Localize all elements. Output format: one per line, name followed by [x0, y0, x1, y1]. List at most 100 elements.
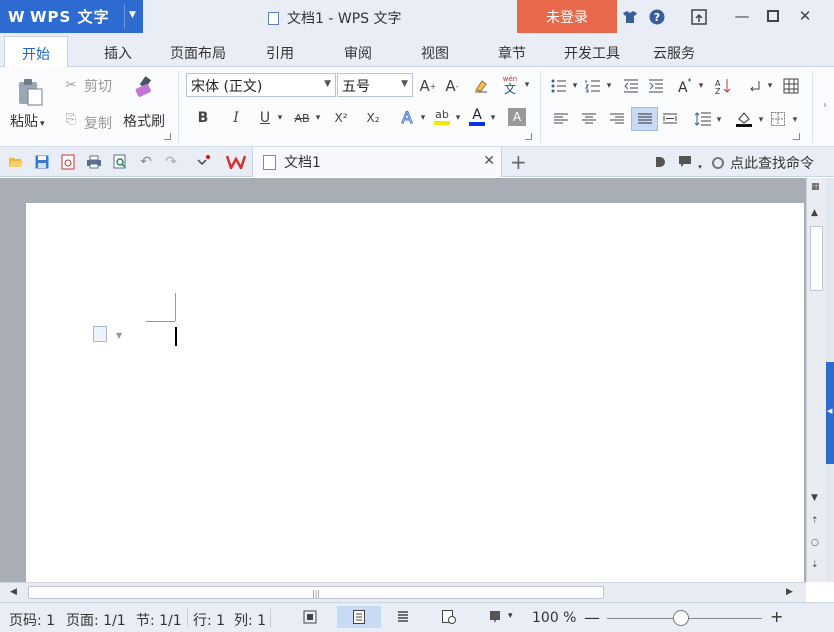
tab-references[interactable]: 引用: [266, 43, 294, 63]
paragraph-launcher-icon[interactable]: [793, 133, 800, 140]
chevron-down-icon[interactable]: ▾: [790, 114, 800, 126]
outline-view-icon[interactable]: [390, 606, 416, 628]
tab-view[interactable]: 视图: [421, 43, 449, 63]
font-color-button[interactable]: A: [467, 106, 487, 128]
chevron-down-icon[interactable]: ▾: [275, 112, 285, 124]
align-left-icon[interactable]: [553, 111, 569, 127]
export-pdf-icon[interactable]: [60, 154, 76, 170]
clipboard-launcher-icon[interactable]: [164, 133, 171, 140]
text-effects-button[interactable]: A: [398, 107, 416, 127]
horizontal-scrollbar[interactable]: ◀ ||| ▶: [0, 582, 806, 602]
scroll-up-icon[interactable]: ▲: [811, 208, 818, 218]
upload-icon[interactable]: [690, 8, 708, 26]
reading-mode-icon[interactable]: [482, 606, 508, 628]
chevron-down-icon[interactable]: ▾: [570, 80, 580, 92]
align-center-icon[interactable]: [581, 111, 597, 127]
previous-page-icon[interactable]: ⇡: [811, 516, 819, 526]
chevron-down-icon[interactable]: ▾: [488, 112, 498, 124]
open-folder-icon[interactable]: [8, 154, 24, 170]
tab-developer[interactable]: 开发工具: [564, 43, 620, 63]
minimize-icon[interactable]: —: [727, 5, 757, 27]
tab-insert[interactable]: 插入: [104, 43, 132, 63]
chevron-down-icon[interactable]: ▼: [129, 10, 136, 20]
chevron-down-icon[interactable]: ▾: [692, 159, 708, 175]
status-page-code[interactable]: 页码: 1: [9, 610, 55, 630]
document-page[interactable]: ▼: [26, 203, 804, 582]
chevron-down-icon[interactable]: ▾: [418, 112, 428, 124]
search-command-box[interactable]: 点此查找命令: [712, 153, 814, 173]
italic-button[interactable]: I: [228, 108, 244, 128]
align-justify-icon[interactable]: [631, 107, 658, 131]
paste-options-icon[interactable]: [93, 326, 107, 342]
chevron-down-icon[interactable]: ▾: [696, 80, 706, 92]
sort-icon[interactable]: AZ: [714, 77, 732, 95]
horizontal-scroll-thumb[interactable]: |||: [28, 586, 604, 599]
scroll-down-icon[interactable]: ▼: [811, 493, 818, 503]
app-menu-button[interactable]: W WPS 文字 ▼: [0, 0, 143, 33]
save-icon[interactable]: [34, 154, 50, 170]
ribbon-scroll-right-icon[interactable]: ›: [820, 97, 830, 113]
d-shape-icon[interactable]: [652, 154, 668, 170]
tab-page-layout[interactable]: 页面布局: [170, 43, 226, 63]
increase-indent-icon[interactable]: [647, 77, 665, 95]
customize-toolbar-icon[interactable]: [196, 154, 212, 170]
line-spacing-icon[interactable]: [695, 111, 711, 127]
bold-button[interactable]: B: [194, 108, 212, 128]
zoom-in-icon[interactable]: +: [770, 607, 783, 626]
paragraph-shading-icon[interactable]: [734, 109, 754, 129]
strikethrough-button[interactable]: AB: [291, 108, 313, 128]
font-name-select[interactable]: 宋体 (正文) ▼: [186, 73, 336, 97]
page-view-icon[interactable]: [337, 606, 381, 628]
chevron-down-icon[interactable]: ▾: [453, 112, 463, 124]
table-grid-icon[interactable]: [782, 77, 800, 95]
zoom-percent[interactable]: 100 %: [532, 610, 576, 626]
character-shading-button[interactable]: A: [508, 108, 526, 126]
paste-button[interactable]: 粘贴 ▾: [10, 111, 45, 131]
chevron-down-icon[interactable]: ▾: [714, 114, 724, 126]
format-painter-button[interactable]: 格式刷: [123, 111, 165, 131]
split-view-icon[interactable]: ▦: [811, 182, 820, 192]
font-launcher-icon[interactable]: [525, 133, 532, 140]
scroll-left-icon[interactable]: ◀: [10, 587, 17, 597]
help-icon[interactable]: ?: [648, 8, 666, 26]
cut-button[interactable]: 剪切: [84, 76, 112, 96]
skin-shirt-icon[interactable]: [621, 8, 639, 26]
status-column[interactable]: 列: 1: [234, 610, 266, 630]
side-panel-toggle[interactable]: ◀: [826, 362, 834, 464]
vertical-scrollbar[interactable]: ▦ ▲ ▼ ⇡ ○ ⇣: [806, 178, 826, 582]
chevron-down-icon[interactable]: ▼: [116, 331, 122, 340]
undo-icon[interactable]: ↶: [138, 154, 154, 170]
font-size-select[interactable]: 五号 ▼: [337, 73, 413, 97]
bullet-list-icon[interactable]: [550, 77, 568, 95]
zoom-out-icon[interactable]: —: [584, 608, 600, 627]
highlight-button[interactable]: ab: [432, 107, 452, 127]
decrease-indent-icon[interactable]: [622, 77, 640, 95]
scroll-right-icon[interactable]: ▶: [786, 587, 793, 597]
redo-icon[interactable]: ↷: [163, 154, 179, 170]
shrink-font-icon[interactable]: A-: [443, 76, 461, 96]
chevron-down-icon[interactable]: ▾: [313, 112, 323, 124]
grow-font-icon[interactable]: A +: [419, 76, 437, 96]
superscript-button[interactable]: X²: [330, 108, 352, 128]
pinyin-icon[interactable]: wén 文: [500, 73, 520, 97]
next-page-icon[interactable]: ⇣: [811, 560, 819, 570]
print-preview-icon[interactable]: [112, 154, 128, 170]
browse-object-icon[interactable]: ○: [811, 538, 819, 548]
paste-icon[interactable]: [14, 75, 46, 109]
chevron-down-icon[interactable]: ▾: [522, 79, 532, 91]
status-section[interactable]: 节: 1/1: [136, 610, 182, 630]
new-tab-icon[interactable]: +: [510, 150, 527, 174]
tab-cloud[interactable]: 云服务: [653, 43, 695, 63]
change-case-icon[interactable]: A: [676, 77, 694, 95]
copy-button[interactable]: 复制: [84, 113, 112, 133]
chevron-down-icon[interactable]: ▾: [604, 80, 614, 92]
document-tab[interactable]: 文档1 ✕: [252, 147, 502, 177]
tab-review[interactable]: 审阅: [344, 43, 372, 63]
close-tab-icon[interactable]: ✕: [483, 153, 495, 169]
distributed-align-icon[interactable]: [662, 111, 678, 127]
subscript-button[interactable]: X₂: [362, 108, 384, 128]
web-view-icon[interactable]: [436, 606, 462, 628]
wps-brand-icon[interactable]: [226, 153, 246, 171]
status-row[interactable]: 行: 1: [193, 610, 225, 630]
full-screen-icon[interactable]: [297, 606, 323, 628]
